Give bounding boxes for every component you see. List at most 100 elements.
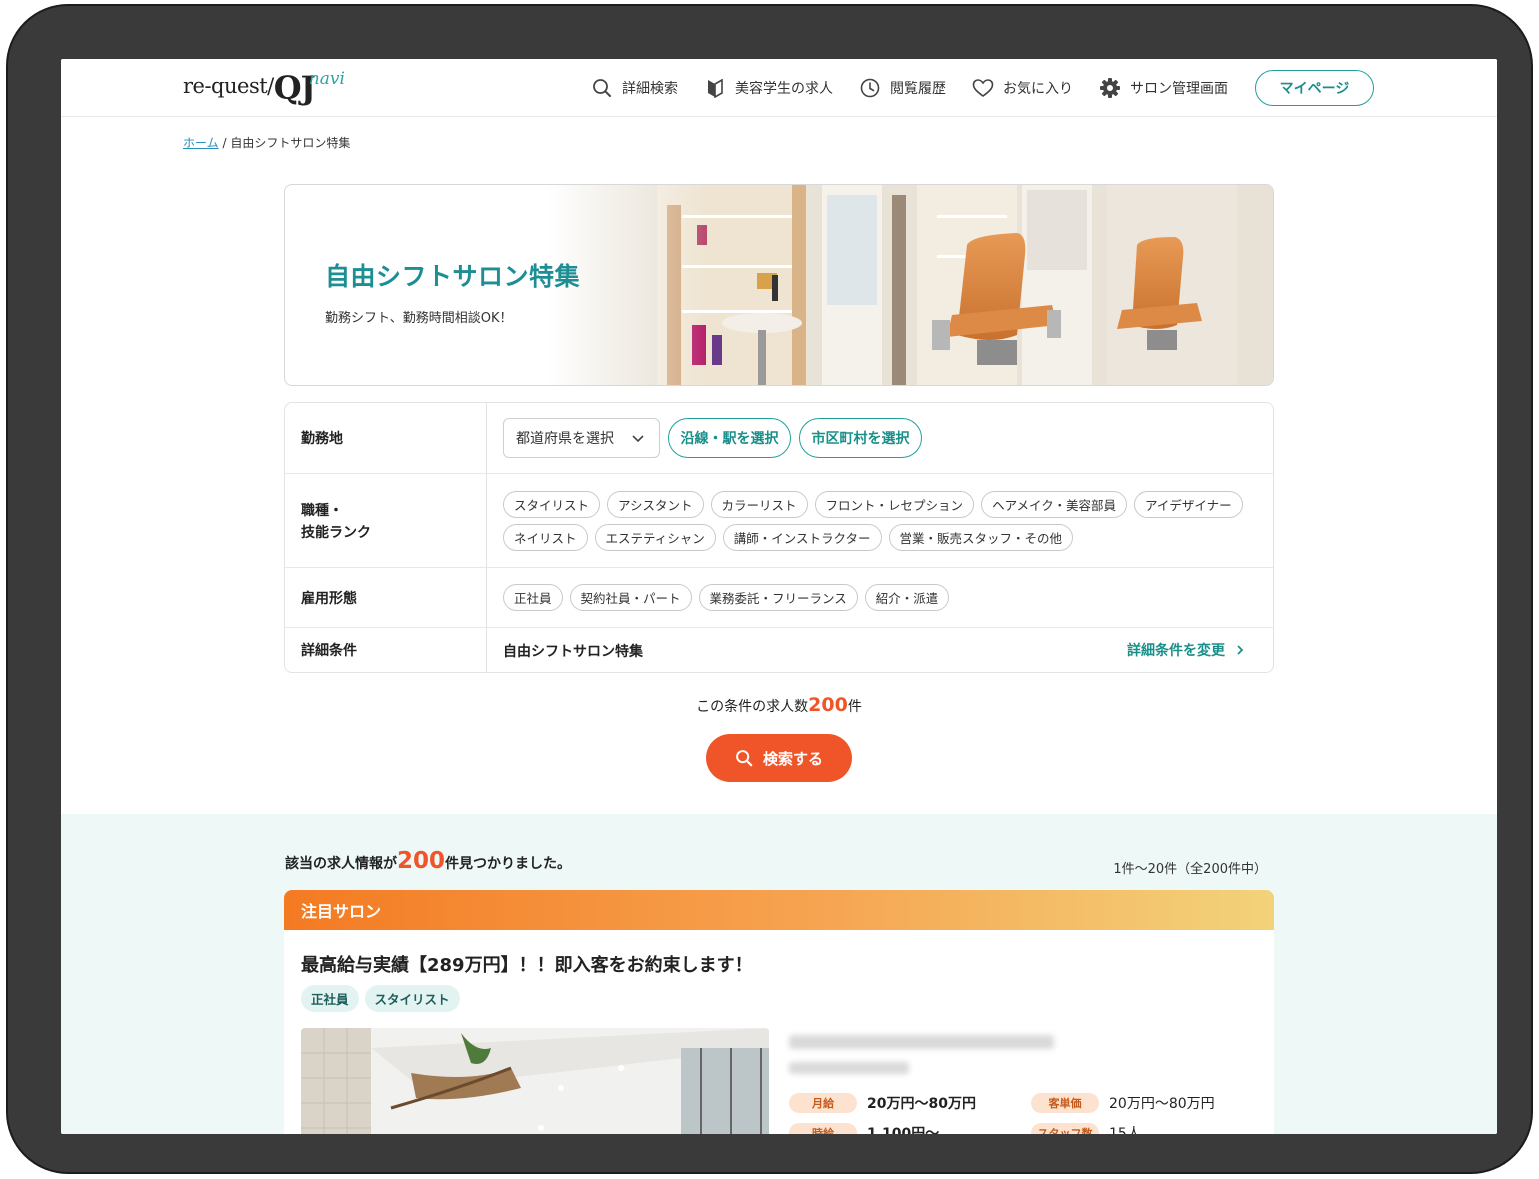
detail-row: 詳細条件 自由シフトサロン特集 詳細条件を変更 (285, 628, 1273, 673)
results-heading: 該当の求人情報が200件見つかりました。 (285, 848, 571, 874)
job-type-row: 職種・ 技能ランク スタイリスト アシスタント カラーリスト フロント・レセプシ… (285, 474, 1273, 568)
job-type-label: 職種・ 技能ランク (301, 500, 371, 544)
logo-text-request: re-quest/ (183, 74, 274, 98)
mypage-button[interactable]: マイページ (1255, 70, 1374, 106)
screen: re-quest/ QJ navi 詳細検索 美容学生の求人 閲覧履歴 お気に入… (61, 59, 1497, 1134)
prefecture-select-value: 都道府県を選択 (516, 431, 614, 447)
hero-subtitle: 勤務シフト、勤務時間相談OK！ (325, 311, 513, 326)
nav-label: お気に入り (1003, 81, 1073, 97)
nav-label: 美容学生の求人 (735, 81, 833, 97)
nav-favorites[interactable]: お気に入り (972, 75, 1073, 101)
nav-student-jobs[interactable]: 美容学生の求人 (704, 75, 833, 101)
breadcrumb-separator: / (218, 136, 231, 150)
breadcrumb-home-link[interactable]: ホーム (183, 136, 219, 150)
nav-salon-admin[interactable]: サロン管理画面 (1099, 75, 1228, 101)
unit-price-value: 20万円〜80万円 (1109, 1096, 1215, 1112)
location-row: 勤務地 都道府県を選択 沿線・駅を選択 市区町村を選択 (285, 403, 1273, 474)
job-tag: 正社員 (301, 985, 359, 1012)
job-type-chips: スタイリスト アシスタント カラーリスト フロント・レセプション ヘアメイク・美… (503, 491, 1263, 557)
job-type-label-line1: 職種・ (301, 503, 343, 519)
chevron-right-icon (1235, 644, 1245, 656)
info-hourly-wage: 時給 1,100円〜 (789, 1123, 939, 1134)
search-icon (735, 749, 753, 767)
search-conditions-table: 勤務地 都道府県を選択 沿線・駅を選択 市区町村を選択 職種・ 技能ランク スタ… (284, 402, 1274, 673)
employment-chip[interactable]: 正社員 (503, 584, 563, 611)
job-card-title[interactable]: 最高給与実績【289万円】！！即入客をお約束します！ (301, 951, 753, 977)
match-count-prefix: この条件の求人数 (696, 699, 809, 715)
site-header: re-quest/ QJ navi 詳細検索 美容学生の求人 閲覧履歴 お気に入… (61, 59, 1497, 117)
match-count-suffix: 件 (847, 699, 862, 715)
chevron-down-icon (631, 431, 645, 449)
detail-label: 詳細条件 (301, 643, 357, 659)
nav-label: サロン管理画面 (1130, 81, 1228, 97)
monthly-salary-value: 20万円〜80万円 (867, 1096, 976, 1112)
tablet-frame: re-quest/ QJ navi 詳細検索 美容学生の求人 閲覧履歴 お気に入… (6, 4, 1533, 1174)
change-detail-label: 詳細条件を変更 (1127, 643, 1225, 659)
nav-detail-search[interactable]: 詳細検索 (591, 75, 678, 101)
line-station-button[interactable]: 沿線・駅を選択 (668, 418, 791, 458)
info-staff-count: スタッフ数 15人 (1031, 1123, 1141, 1134)
job-tag: スタイリスト (364, 985, 460, 1012)
job-chip[interactable]: フロント・レセプション (814, 491, 975, 518)
results-suffix: 件見つかりました。 (445, 856, 572, 872)
job-card-tags: 正社員 スタイリスト (301, 985, 466, 1012)
salon-photo (301, 1028, 769, 1134)
featured-salon-band: 注目サロン (284, 890, 1274, 930)
job-chip[interactable]: スタイリスト (503, 491, 601, 518)
job-chip[interactable]: ヘアメイク・美容部員 (981, 491, 1127, 518)
job-chip[interactable]: 営業・販売スタッフ・その他 (888, 524, 1074, 551)
nav-label: 詳細検索 (622, 81, 678, 97)
job-chip[interactable]: アシスタント (607, 491, 704, 518)
change-detail-link[interactable]: 詳細条件を変更 (1127, 640, 1245, 660)
monthly-salary-pill: 月給 (789, 1093, 857, 1113)
employment-chip[interactable]: 契約社員・パート (569, 584, 692, 611)
job-chip[interactable]: 講師・インストラクター (722, 524, 882, 551)
unit-price-pill: 客単価 (1031, 1093, 1099, 1113)
feature-hero-banner: 自由シフトサロン特集 勤務シフト、勤務時間相談OK！ (284, 184, 1274, 386)
results-section: 該当の求人情報が200件見つかりました。 1件〜20件（全200件中） 注目サロ… (61, 814, 1497, 1134)
blurred-address (789, 1062, 909, 1074)
hero-text: 自由シフトサロン特集 勤務シフト、勤務時間相談OK！ (325, 257, 580, 326)
job-chip[interactable]: ネイリスト (503, 524, 588, 551)
salon-interior-image (547, 185, 1273, 385)
prefecture-select[interactable]: 都道府県を選択 (503, 418, 660, 458)
featured-job-card[interactable]: 注目サロン 最高給与実績【289万円】！！即入客をお約束します！ 正社員 スタイ… (284, 890, 1274, 1134)
results-range: 1件〜20件（全200件中） (1113, 862, 1267, 877)
info-unit-price: 客単価 20万円〜80万円 (1031, 1093, 1215, 1113)
results-prefix: 該当の求人情報が (285, 856, 397, 872)
search-button-label: 検索する (762, 749, 823, 768)
job-chip[interactable]: アイデザイナー (1133, 491, 1243, 518)
info-monthly-salary: 月給 20万円〜80万円 (789, 1093, 976, 1113)
job-chip[interactable]: エステティシャン (594, 524, 716, 551)
clock-icon (859, 77, 881, 99)
hourly-wage-value: 1,100円〜 (867, 1126, 940, 1134)
hero-title: 自由シフトサロン特集 (325, 262, 581, 291)
staff-count-value: 15人 (1109, 1126, 1141, 1134)
blurred-salon-name (789, 1035, 1054, 1049)
match-count: この条件の求人数200件 (61, 694, 1497, 716)
logo-text-navi: navi (308, 69, 345, 89)
main-nav: 詳細検索 美容学生の求人 閲覧履歴 お気に入り サロン管理画面 (591, 75, 1254, 101)
employment-chip[interactable]: 紹介・派遣 (864, 584, 950, 611)
heart-icon (972, 77, 994, 99)
site-logo[interactable]: re-quest/ QJ navi (183, 69, 351, 107)
search-button[interactable]: 検索する (706, 734, 852, 782)
match-count-number: 200 (808, 694, 848, 716)
breadcrumb: ホーム / 自由シフトサロン特集 (183, 134, 350, 151)
breadcrumb-current: 自由シフトサロン特集 (230, 136, 351, 150)
employment-chip[interactable]: 業務委託・フリーランス (698, 584, 858, 611)
gear-icon (1099, 77, 1121, 99)
job-chip[interactable]: カラーリスト (710, 491, 808, 518)
employment-chips: 正社員 契約社員・パート 業務委託・フリーランス 紹介・派遣 (503, 584, 1263, 617)
detail-value: 自由シフトサロン特集 (503, 644, 643, 660)
employment-label: 雇用形態 (301, 591, 357, 607)
beginner-mark-icon (704, 77, 726, 99)
staff-count-pill: スタッフ数 (1031, 1123, 1099, 1134)
employment-row: 雇用形態 正社員 契約社員・パート 業務委託・フリーランス 紹介・派遣 (285, 568, 1273, 628)
city-select-button[interactable]: 市区町村を選択 (799, 418, 922, 458)
nav-label: 閲覧履歴 (890, 81, 946, 97)
job-type-label-line2: 技能ランク (301, 525, 371, 541)
results-number: 200 (397, 848, 446, 874)
location-label: 勤務地 (301, 431, 343, 447)
nav-history[interactable]: 閲覧履歴 (859, 75, 946, 101)
